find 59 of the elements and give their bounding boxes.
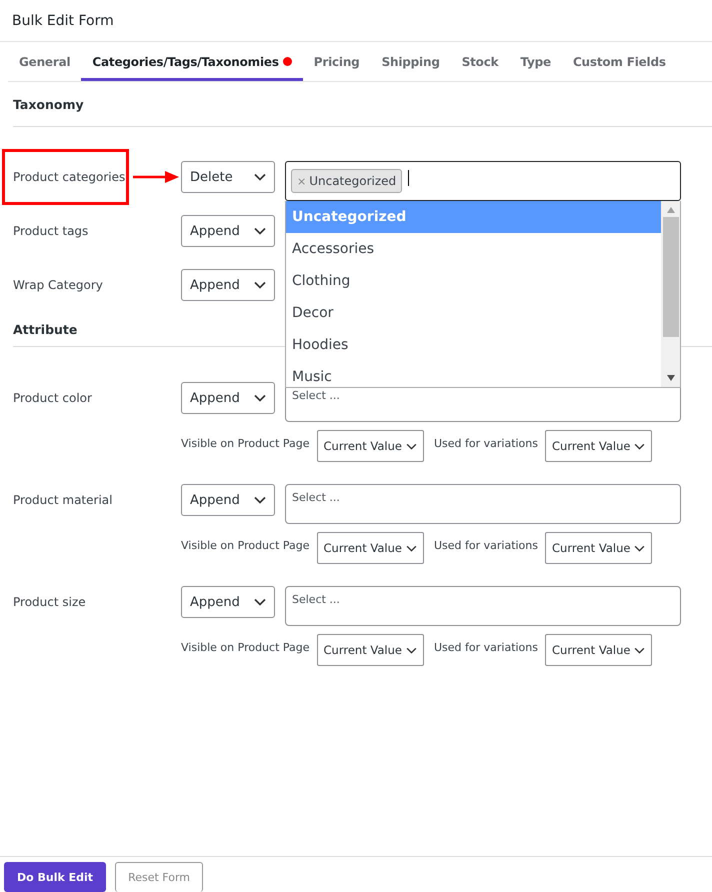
variations-select[interactable]: Current Value	[545, 634, 652, 666]
chevron-icon	[254, 173, 266, 181]
tab[interactable]: Pricing	[302, 42, 371, 81]
action-select[interactable]: Append	[181, 586, 275, 618]
visibility-select[interactable]: Current Value	[316, 430, 424, 462]
dropdown-option[interactable]: Clothing	[286, 265, 661, 297]
action-select[interactable]: Delete	[181, 161, 275, 193]
chevron-icon	[634, 646, 646, 654]
chevron-icon	[254, 281, 266, 289]
tag-chip[interactable]: × Uncategorized	[291, 169, 402, 193]
option-label: Used for variations	[434, 538, 538, 552]
action-select[interactable]: Append	[181, 484, 275, 516]
field-label: Product categories	[13, 170, 126, 184]
dropdown-option[interactable]: Accessories	[286, 233, 661, 265]
chevron-icon	[406, 442, 417, 450]
chevron-icon	[406, 544, 417, 552]
arrow-icon	[133, 171, 179, 183]
section-heading: Attribute	[13, 322, 78, 336]
option-label: Visible on Product Page	[181, 436, 310, 450]
tab[interactable]: Categories/Tags/Taxonomies	[81, 42, 303, 81]
scrollbar[interactable]	[661, 201, 680, 387]
action-select[interactable]: Append	[181, 269, 275, 301]
reset-button[interactable]: Reset Form	[115, 862, 204, 892]
chevron-icon	[254, 598, 266, 606]
field-label: Product size	[13, 594, 86, 608]
chevron-icon	[634, 442, 646, 450]
dropdown-option[interactable]: Decor	[286, 297, 661, 329]
bulk-edit-button[interactable]: Do Bulk Edit	[4, 862, 106, 892]
tab[interactable]: Stock	[450, 42, 510, 81]
field-label: Wrap Category	[13, 278, 103, 292]
scroll-up-icon[interactable]	[666, 207, 674, 213]
visibility-select[interactable]: Current Value	[316, 634, 424, 666]
tab[interactable]: General	[8, 42, 82, 81]
option-label: Used for variations	[434, 640, 538, 654]
dropdown-option[interactable]: Hoodies	[286, 329, 661, 361]
text-cursor	[408, 170, 410, 186]
option-label: Visible on Product Page	[181, 640, 310, 654]
tab[interactable]: Type	[509, 42, 562, 81]
field-label: Product tags	[13, 224, 88, 238]
chevron-icon	[634, 544, 646, 552]
form-title: Bulk Edit Form	[12, 12, 114, 28]
field-label: Product material	[13, 492, 112, 506]
chevron-icon	[254, 227, 266, 235]
action-select[interactable]: Append	[181, 215, 275, 247]
tab[interactable]: Shipping	[370, 42, 451, 81]
option-label: Visible on Product Page	[181, 538, 310, 552]
variations-select[interactable]: Current Value	[545, 430, 652, 462]
field-label: Product color	[13, 390, 92, 404]
chevron-icon	[406, 646, 417, 654]
chevron-icon	[254, 496, 266, 504]
action-select[interactable]: Append	[181, 382, 275, 414]
option-label: Used for variations	[434, 436, 538, 450]
visibility-select[interactable]: Current Value	[316, 532, 424, 564]
section-heading: Taxonomy	[13, 96, 84, 112]
tab[interactable]: Custom Fields	[562, 42, 677, 81]
variations-select[interactable]: Current Value	[545, 532, 652, 564]
chevron-icon	[254, 394, 266, 402]
select-field[interactable]: Select ...	[285, 586, 681, 626]
select-field[interactable]: Select ...	[285, 484, 681, 524]
